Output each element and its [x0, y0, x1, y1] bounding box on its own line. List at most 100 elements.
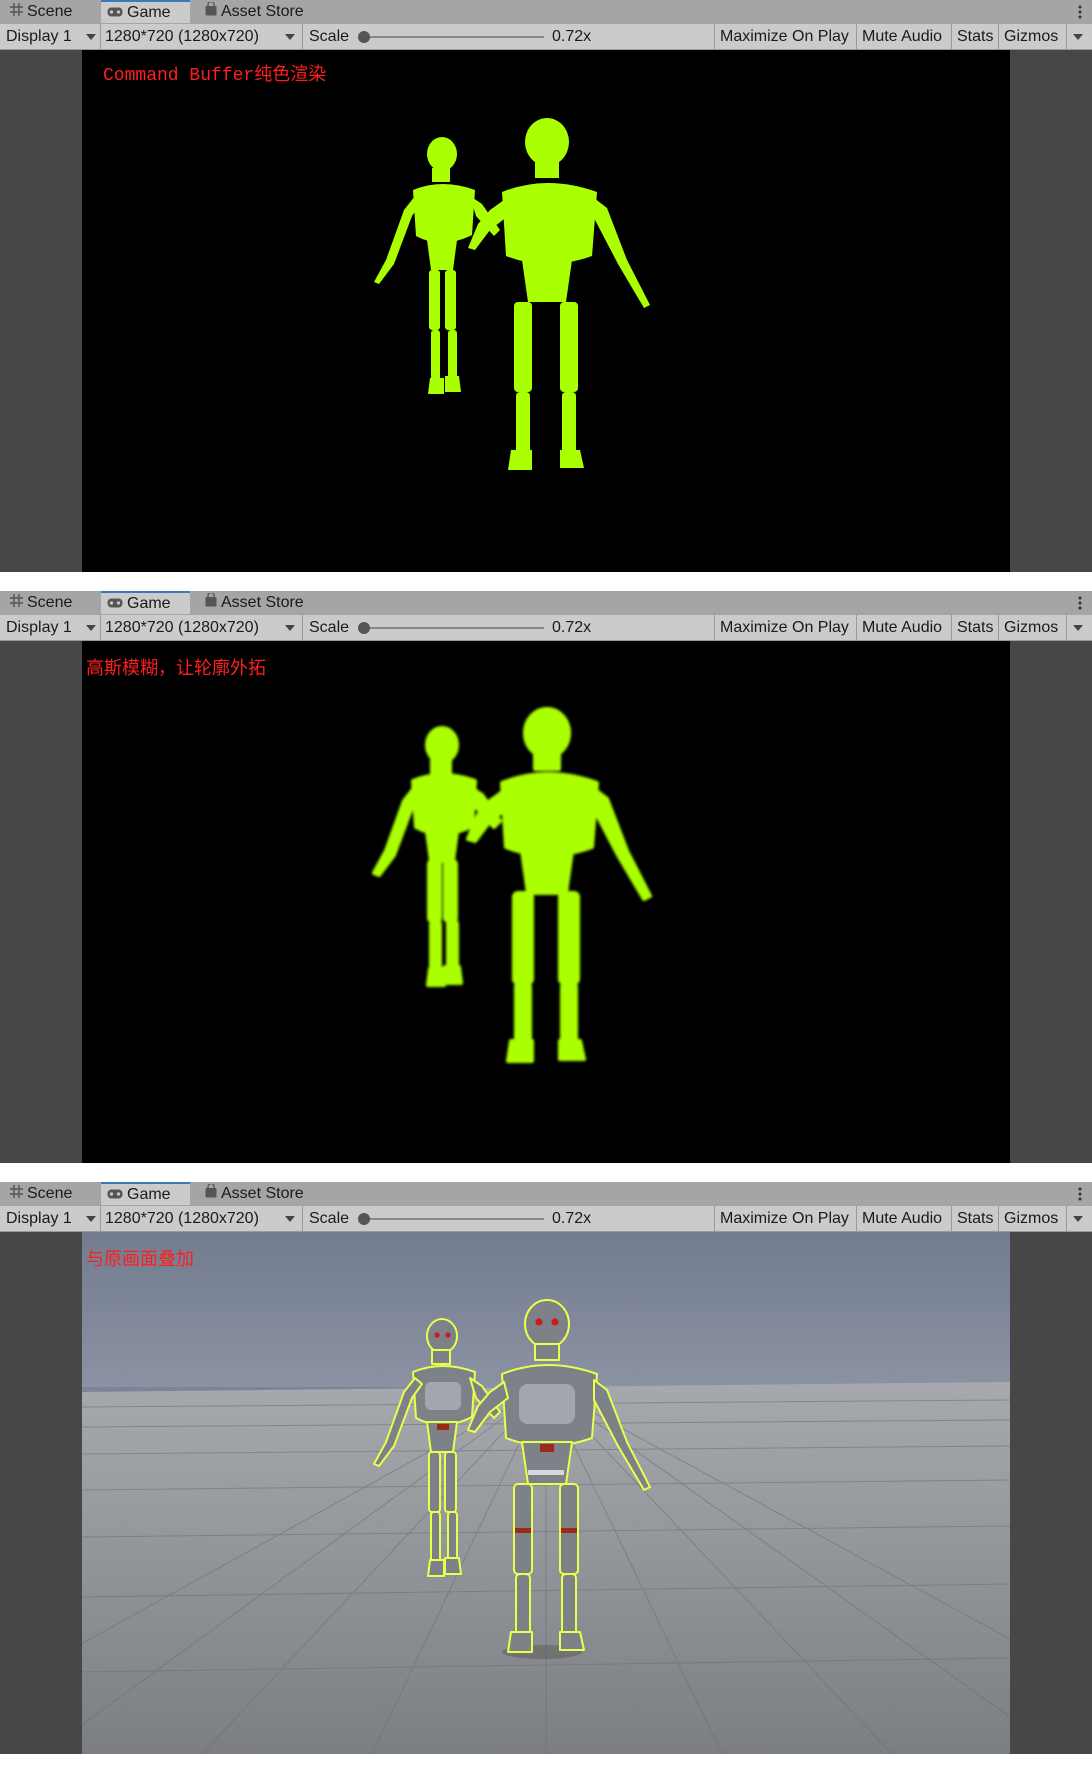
divider	[998, 24, 999, 49]
viewport-letterbox	[0, 641, 1092, 1163]
resolution-dropdown[interactable]: 1280*720 (1280x720)	[105, 1206, 300, 1231]
resolution-dropdown[interactable]: 1280*720 (1280x720)	[105, 615, 300, 640]
game-panel-3: Scene Game Asset Store Display 1 1280*72…	[0, 1182, 1092, 1754]
scale-slider-handle[interactable]	[358, 1213, 370, 1225]
mute-audio-button[interactable]: Mute Audio	[862, 24, 942, 49]
robot-silhouettes	[374, 118, 650, 470]
game-viewport[interactable]	[82, 50, 1010, 572]
chevron-down-icon	[285, 34, 295, 40]
composited-scene	[82, 1232, 1010, 1754]
divider	[302, 24, 303, 49]
tab-game-label: Game	[127, 595, 171, 613]
gamepad-icon	[107, 1184, 123, 1206]
maximize-on-play-button[interactable]: Maximize On Play	[720, 24, 849, 49]
maximize-on-play-button[interactable]: Maximize On Play	[720, 615, 849, 640]
game-toolbar: Display 1 1280*720 (1280x720) Scale 0.72…	[0, 24, 1092, 50]
tab-scene[interactable]: Scene	[10, 1182, 72, 1206]
display-dropdown[interactable]: Display 1	[6, 615, 98, 640]
gamepad-icon	[107, 593, 123, 615]
game-panel-2: Scene Game Asset Store Display 1 1280*72…	[0, 591, 1092, 1163]
stats-button[interactable]: Stats	[957, 24, 993, 49]
tab-game-label: Game	[127, 1186, 171, 1204]
divider	[714, 615, 715, 640]
divider	[856, 615, 857, 640]
gizmos-button[interactable]: Gizmos	[1004, 615, 1058, 640]
bag-icon	[205, 0, 217, 24]
divider	[100, 24, 101, 49]
stats-button[interactable]: Stats	[957, 615, 993, 640]
tab-scene[interactable]: Scene	[10, 0, 72, 24]
tab-asset-store[interactable]: Asset Store	[205, 0, 304, 24]
game-viewport[interactable]	[82, 641, 1010, 1163]
maximize-on-play-button[interactable]: Maximize On Play	[720, 1206, 849, 1231]
divider	[1066, 24, 1067, 49]
display-dropdown[interactable]: Display 1	[6, 24, 98, 49]
scale-slider-track[interactable]	[364, 36, 544, 38]
resolution-label: 1280*720 (1280x720)	[105, 619, 259, 636]
chevron-down-icon	[285, 1216, 295, 1222]
kebab-menu-icon[interactable]	[1078, 595, 1082, 611]
resolution-label: 1280*720 (1280x720)	[105, 28, 259, 45]
divider	[1066, 615, 1067, 640]
tab-asset-store-label: Asset Store	[221, 594, 304, 612]
display-label: Display 1	[6, 1210, 72, 1227]
scale-slider-track[interactable]	[364, 1218, 544, 1220]
mute-audio-button[interactable]: Mute Audio	[862, 1206, 942, 1231]
tab-asset-store[interactable]: Asset Store	[205, 1182, 304, 1206]
display-label: Display 1	[6, 28, 72, 45]
tab-scene[interactable]: Scene	[10, 591, 72, 615]
tab-game[interactable]: Game	[101, 591, 190, 614]
scale-value: 0.72x	[552, 1210, 592, 1227]
tab-asset-store[interactable]: Asset Store	[205, 591, 304, 615]
stats-button[interactable]: Stats	[957, 1206, 993, 1231]
scale-slider-handle[interactable]	[358, 622, 370, 634]
tab-scene-label: Scene	[27, 1185, 73, 1203]
tab-asset-store-label: Asset Store	[221, 1185, 304, 1203]
game-panel-1: Scene Game Asset Store Display 1 1280*72…	[0, 0, 1092, 572]
caption-text: 高斯模糊，让轮廓外拓	[86, 658, 266, 679]
tab-bar: Scene Game Asset Store	[0, 1182, 1092, 1207]
display-label: Display 1	[6, 619, 72, 636]
gamepad-icon	[107, 2, 123, 24]
scale-value: 0.72x	[552, 619, 592, 636]
scale-slider-handle[interactable]	[358, 31, 370, 43]
tab-game[interactable]: Game	[101, 1182, 190, 1205]
grid-icon	[10, 591, 23, 615]
divider	[951, 615, 952, 640]
tab-game[interactable]: Game	[101, 0, 190, 23]
caption-text: 与原画面叠加	[86, 1249, 194, 1270]
chevron-down-icon	[86, 625, 96, 631]
mute-audio-button[interactable]: Mute Audio	[862, 615, 942, 640]
gizmos-button[interactable]: Gizmos	[1004, 24, 1058, 49]
divider	[998, 615, 999, 640]
kebab-menu-icon[interactable]	[1078, 4, 1082, 20]
kebab-menu-icon[interactable]	[1078, 1186, 1082, 1202]
scale-label: Scale	[309, 28, 350, 45]
blurred-robot-silhouettes	[372, 707, 652, 1063]
tab-bar: Scene Game Asset Store	[0, 0, 1092, 25]
divider	[100, 615, 101, 640]
chevron-down-icon[interactable]	[1073, 625, 1083, 631]
chevron-down-icon[interactable]	[1073, 34, 1083, 40]
game-toolbar: Display 1 1280*720 (1280x720) Scale 0.72…	[0, 1206, 1092, 1232]
scale-slider-track[interactable]	[364, 627, 544, 629]
viewport-letterbox	[0, 50, 1092, 572]
divider	[951, 1206, 952, 1231]
chevron-down-icon	[86, 34, 96, 40]
divider	[714, 1206, 715, 1231]
bag-icon	[205, 591, 217, 615]
scale-label: Scale	[309, 619, 350, 636]
display-dropdown[interactable]: Display 1	[6, 1206, 98, 1231]
chevron-down-icon[interactable]	[1073, 1216, 1083, 1222]
game-viewport[interactable]	[82, 1232, 1010, 1754]
scale-value: 0.72x	[552, 28, 592, 45]
resolution-label: 1280*720 (1280x720)	[105, 1210, 259, 1227]
divider	[856, 24, 857, 49]
resolution-dropdown[interactable]: 1280*720 (1280x720)	[105, 24, 300, 49]
divider	[302, 615, 303, 640]
caption-text: Command Buffer纯色渲染	[103, 66, 327, 86]
divider	[998, 1206, 999, 1231]
grid-icon	[10, 0, 23, 24]
gizmos-button[interactable]: Gizmos	[1004, 1206, 1058, 1231]
chevron-down-icon	[285, 625, 295, 631]
